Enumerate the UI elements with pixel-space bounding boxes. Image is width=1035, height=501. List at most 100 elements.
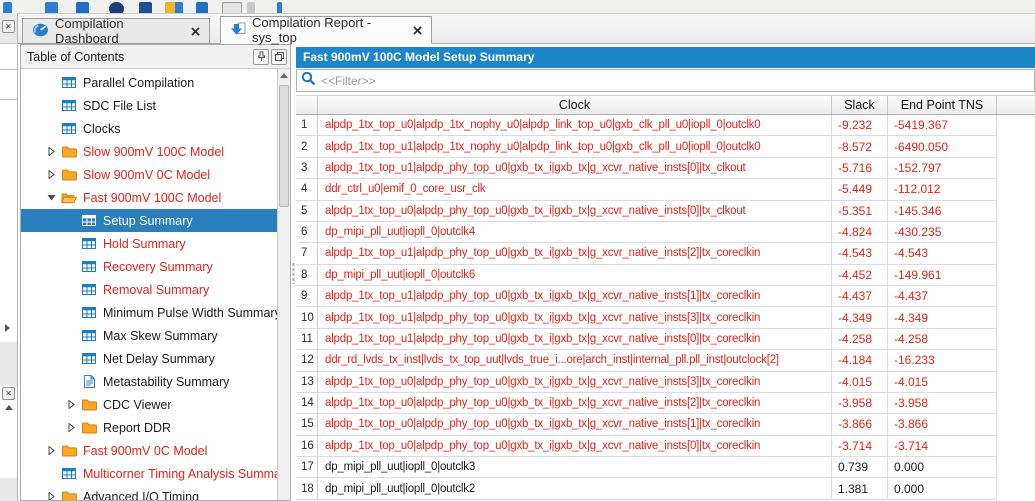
end-point-tns-cell[interactable]: -430.235 bbox=[888, 221, 997, 244]
end-point-tns-cell[interactable]: -149.961 bbox=[888, 264, 997, 286]
row-number-cell[interactable]: 5 bbox=[296, 200, 318, 222]
toc-item-removal-summary[interactable]: Removal Summary bbox=[21, 278, 277, 301]
pin-icon[interactable] bbox=[253, 48, 269, 65]
clock-cell[interactable]: alpdp_1tx_top_u1|alpdp_phy_top_u0|gxb_tx… bbox=[318, 307, 832, 329]
scroll-up-icon[interactable] bbox=[278, 69, 290, 82]
clock-cell[interactable]: dp_mipi_pll_uut|iopll_0|outclk2 bbox=[318, 478, 832, 500]
dock-expand-icon[interactable] bbox=[5, 324, 10, 332]
toc-item-clocks[interactable]: Clocks bbox=[21, 117, 277, 140]
toc-item-sdc-file-list[interactable]: SDC File List bbox=[21, 94, 277, 117]
clock-cell[interactable]: alpdp_1tx_top_u1|alpdp_phy_top_u0|gxb_tx… bbox=[318, 243, 832, 265]
row-number-cell[interactable]: 3 bbox=[296, 157, 318, 180]
slack-cell[interactable]: -4.543 bbox=[832, 243, 888, 265]
row-number-cell[interactable]: 2 bbox=[296, 136, 318, 158]
end-point-tns-cell[interactable]: 0.000 bbox=[888, 478, 997, 500]
row-number-cell[interactable]: 13 bbox=[296, 371, 318, 393]
table-row[interactable]: 10 alpdp_1tx_top_u1|alpdp_phy_top_u0|gxb_… bbox=[296, 307, 1035, 329]
table-row[interactable]: 9 alpdp_1tx_top_u1|alpdp_phy_top_u0|gxb_t… bbox=[296, 286, 1035, 308]
toolbar-icon-fragment[interactable] bbox=[45, 2, 58, 13]
slack-cell[interactable]: 0.739 bbox=[832, 457, 888, 479]
table-row[interactable]: 3 alpdp_1tx_top_u1|alpdp_phy_top_u0|gxb_t… bbox=[296, 157, 1035, 180]
table-row[interactable]: 17 dp_mipi_pll_uut|iopll_0|outclk3 0.739 0.… bbox=[296, 457, 1035, 479]
toc-item-parallel-compilation[interactable]: Parallel Compilation bbox=[21, 71, 277, 94]
end-point-tns-cell[interactable]: -4.437 bbox=[888, 286, 997, 308]
toolbar-icon-fragment[interactable] bbox=[277, 2, 282, 13]
table-row[interactable]: 8 dp_mipi_pll_uut|iopll_0|outclk6 -4.452 -1… bbox=[296, 264, 1035, 286]
table-row[interactable]: 18 dp_mipi_pll_uut|iopll_0|outclk2 1.381 0.… bbox=[296, 478, 1035, 500]
dock-scroll-up-icon[interactable] bbox=[5, 405, 13, 410]
tree-expanded-icon[interactable] bbox=[45, 194, 57, 201]
slack-cell[interactable]: -4.184 bbox=[832, 350, 888, 372]
clock-cell[interactable]: alpdp_1tx_top_u0|alpdp_phy_top_u0|gxb_tx… bbox=[318, 371, 832, 393]
table-row[interactable]: 1 alpdp_1tx_top_u0|alpdp_1tx_nophy_u0|alp… bbox=[296, 115, 1035, 137]
row-number-cell[interactable]: 6 bbox=[296, 221, 318, 244]
toc-scrollbar[interactable] bbox=[277, 69, 290, 500]
header-cell-tns[interactable]: End Point TNS bbox=[888, 96, 997, 114]
toc-item-recovery-summary[interactable]: Recovery Summary bbox=[21, 255, 277, 278]
dock-close-icon[interactable]: ✕ bbox=[2, 387, 15, 400]
tab-compilation-dashboard[interactable]: Compilation Dashboard bbox=[22, 16, 210, 46]
clock-cell[interactable]: ddr_ctrl_u0|emif_0_core_usr_clk bbox=[318, 179, 832, 201]
table-row[interactable]: 13 alpdp_1tx_top_u0|alpdp_phy_top_u0|gxb_… bbox=[296, 371, 1035, 393]
slack-cell[interactable]: -9.232 bbox=[832, 115, 888, 137]
clock-cell[interactable]: alpdp_1tx_top_u0|alpdp_phy_top_u0|gxb_tx… bbox=[318, 392, 832, 415]
filter-input[interactable] bbox=[321, 73, 1034, 88]
clock-cell[interactable]: alpdp_1tx_top_u1|alpdp_1tx_nophy_u0|alpd… bbox=[318, 136, 832, 158]
row-number-cell[interactable]: 14 bbox=[296, 392, 318, 415]
clock-cell[interactable]: alpdp_1tx_top_u1|alpdp_phy_top_u0|gxb_tx… bbox=[318, 328, 832, 351]
slack-cell[interactable]: -4.437 bbox=[832, 286, 888, 308]
row-number-cell[interactable]: 12 bbox=[296, 350, 318, 372]
clock-cell[interactable]: alpdp_1tx_top_u0|alpdp_phy_top_u0|gxb_tx… bbox=[318, 414, 832, 436]
end-point-tns-cell[interactable]: -4.543 bbox=[888, 243, 997, 265]
end-point-tns-cell[interactable]: -112.012 bbox=[888, 179, 997, 201]
row-number-cell[interactable]: 17 bbox=[296, 457, 318, 479]
tree-collapsed-icon[interactable] bbox=[45, 170, 57, 179]
end-point-tns-cell[interactable]: -4.258 bbox=[888, 328, 997, 351]
toolbar-icon-fragment[interactable] bbox=[109, 2, 124, 13]
scrollbar-thumb[interactable] bbox=[279, 85, 289, 207]
toc-item-slow-900mv-0c-model[interactable]: Slow 900mV 0C Model bbox=[21, 163, 277, 186]
end-point-tns-cell[interactable]: -152.797 bbox=[888, 157, 997, 180]
toc-item-metastability-summary[interactable]: Metastability Summary bbox=[21, 370, 277, 393]
table-row[interactable]: 15 alpdp_1tx_top_u0|alpdp_phy_top_u0|gxb_… bbox=[296, 414, 1035, 436]
end-point-tns-cell[interactable]: -5419.367 bbox=[888, 115, 997, 137]
row-number-cell[interactable]: 9 bbox=[296, 286, 318, 308]
clock-cell[interactable]: dp_mipi_pll_uut|iopll_0|outclk3 bbox=[318, 457, 832, 479]
toc-item-fast-900mv-100c-model[interactable]: Fast 900mV 100C Model bbox=[21, 186, 277, 209]
row-number-cell[interactable]: 8 bbox=[296, 264, 318, 286]
row-number-cell[interactable]: 1 bbox=[296, 115, 318, 137]
end-point-tns-cell[interactable]: 0.000 bbox=[888, 457, 997, 479]
table-row[interactable]: 12 ddr_rd_lvds_tx_inst|lvds_tx_top_uut|lv… bbox=[296, 350, 1035, 372]
slack-cell[interactable]: -8.572 bbox=[832, 136, 888, 158]
table-row[interactable]: 5 alpdp_1tx_top_u0|alpdp_phy_top_u0|gxb_t… bbox=[296, 200, 1035, 222]
tab-compilation-report[interactable]: Compilation Report - sys_top bbox=[220, 15, 432, 45]
row-number-cell[interactable]: 18 bbox=[296, 478, 318, 500]
toolbar-icon-fragment[interactable] bbox=[247, 2, 255, 13]
clock-cell[interactable]: alpdp_1tx_top_u0|alpdp_1tx_nophy_u0|alpd… bbox=[318, 115, 832, 137]
table-row[interactable]: 6 dp_mipi_pll_uut|iopll_0|outclk4 -4.824 -4… bbox=[296, 221, 1035, 244]
toolbar-icon-fragment[interactable] bbox=[76, 2, 89, 13]
clock-cell[interactable]: alpdp_1tx_top_u0|alpdp_phy_top_u0|gxb_tx… bbox=[318, 435, 832, 457]
close-icon[interactable] bbox=[191, 26, 200, 36]
table-row[interactable]: 7 alpdp_1tx_top_u1|alpdp_phy_top_u0|gxb_t… bbox=[296, 243, 1035, 265]
clock-cell[interactable]: dp_mipi_pll_uut|iopll_0|outclk6 bbox=[318, 264, 832, 286]
table-row[interactable]: 2 alpdp_1tx_top_u1|alpdp_1tx_nophy_u0|alp… bbox=[296, 136, 1035, 158]
toolbar-icon-fragment[interactable] bbox=[165, 2, 183, 13]
slack-cell[interactable]: -4.452 bbox=[832, 264, 888, 286]
toolbar-icon-fragment[interactable] bbox=[222, 2, 242, 13]
row-number-cell[interactable]: 11 bbox=[296, 328, 318, 351]
toolbar-icon-fragment[interactable] bbox=[196, 2, 208, 13]
clock-cell[interactable]: dp_mipi_pll_uut|iopll_0|outclk4 bbox=[318, 221, 832, 244]
table-row[interactable]: 11 alpdp_1tx_top_u1|alpdp_phy_top_u0|gxb_… bbox=[296, 328, 1035, 351]
table-row[interactable]: 4 ddr_ctrl_u0|emif_0_core_usr_clk -5.449 -1… bbox=[296, 179, 1035, 201]
row-number-cell[interactable]: 16 bbox=[296, 435, 318, 457]
table-row[interactable]: 16 alpdp_1tx_top_u0|alpdp_phy_top_u0|gxb_… bbox=[296, 435, 1035, 457]
float-panel-icon[interactable] bbox=[271, 48, 287, 65]
clock-cell[interactable]: alpdp_1tx_top_u1|alpdp_phy_top_u0|gxb_tx… bbox=[318, 286, 832, 308]
toc-item-setup-summary[interactable]: Setup Summary bbox=[21, 209, 277, 232]
toc-item-hold-summary[interactable]: Hold Summary bbox=[21, 232, 277, 255]
end-point-tns-cell[interactable]: -145.346 bbox=[888, 200, 997, 222]
slack-cell[interactable]: -3.714 bbox=[832, 435, 888, 457]
end-point-tns-cell[interactable]: -4.015 bbox=[888, 371, 997, 393]
close-icon[interactable] bbox=[413, 25, 422, 35]
